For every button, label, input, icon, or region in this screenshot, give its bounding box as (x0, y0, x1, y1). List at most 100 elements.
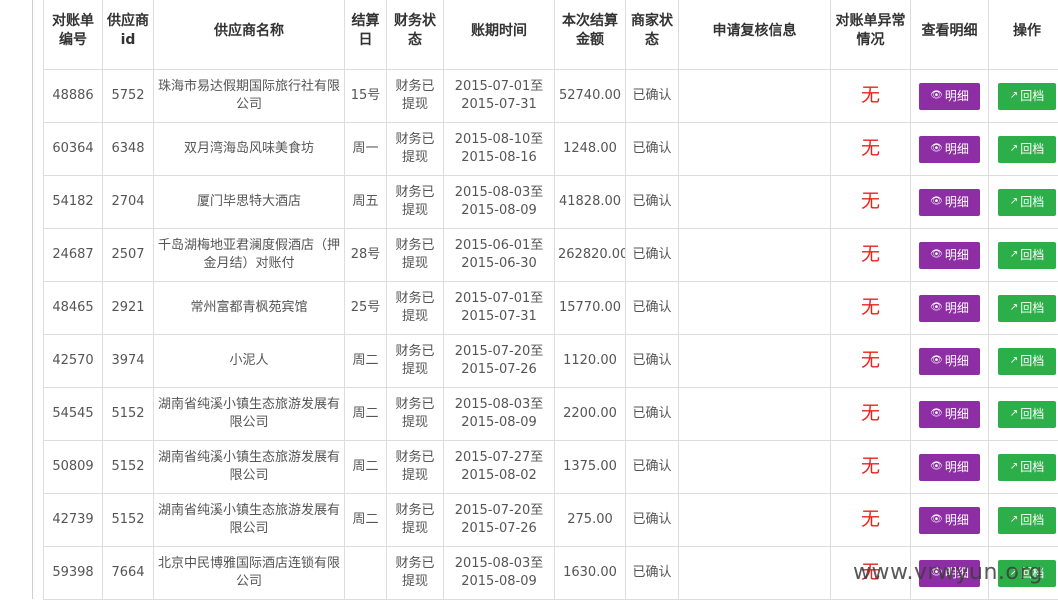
view-details-label: 明细 (945, 511, 969, 529)
cell-review-info (679, 229, 831, 282)
eye-icon: 👁 (930, 193, 943, 211)
cell-statement-no: 42570 (44, 335, 103, 388)
archive-label: 回档 (1020, 299, 1044, 317)
view-details-button[interactable]: 👁明细 (919, 401, 980, 428)
view-details-label: 明细 (945, 405, 969, 423)
cell-amount: 2200.00 (555, 388, 626, 441)
cell-details: 👁明细 (911, 388, 989, 441)
cell-details: 👁明细 (911, 70, 989, 123)
cell-period: 2015-08-03至2015-08-09 (444, 388, 555, 441)
cell-settle-day: 25号 (345, 282, 387, 335)
table-row: 427395152湖南省纯溪小镇生态旅游发展有限公司周二财务已提现2015-07… (44, 494, 1058, 547)
cell-actions: ↗回档 (989, 494, 1058, 547)
archive-label: 回档 (1020, 511, 1044, 529)
cell-supplier-id: 5152 (103, 441, 154, 494)
archive-label: 回档 (1020, 140, 1044, 158)
cell-finance-status: 财务已提现 (387, 547, 444, 600)
cell-anomaly: 无 (831, 123, 911, 176)
statement-table: 对账单编号 供应商id 供应商名称 结算日 财务状态 账期时间 本次结算金额 商… (43, 0, 1058, 600)
archive-button[interactable]: ↗回档 (998, 348, 1056, 375)
anomaly-text: 无 (861, 190, 880, 212)
cell-review-info (679, 388, 831, 441)
share-icon: ↗ (1010, 87, 1018, 105)
col-header-merchant-status: 商家状态 (626, 0, 679, 70)
share-icon: ↗ (1010, 511, 1018, 529)
view-details-button[interactable]: 👁明细 (919, 242, 980, 269)
col-header-supplier-id: 供应商id (103, 0, 154, 70)
cell-merchant-status: 已确认 (626, 494, 679, 547)
archive-button[interactable]: ↗回档 (998, 401, 1056, 428)
cell-review-info (679, 123, 831, 176)
eye-icon: 👁 (930, 458, 943, 476)
cell-details: 👁明细 (911, 282, 989, 335)
cell-settle-day: 周二 (345, 388, 387, 441)
view-details-label: 明细 (945, 299, 969, 317)
share-icon: ↗ (1010, 352, 1018, 370)
table-row: 246872507千岛湖梅地亚君澜度假酒店（押金月结）对账付28号财务已提现20… (44, 229, 1058, 282)
anomaly-text: 无 (861, 402, 880, 424)
cell-actions: ↗回档 (989, 70, 1058, 123)
view-details-button[interactable]: 👁明细 (919, 189, 980, 216)
archive-button[interactable]: ↗回档 (998, 242, 1056, 269)
cell-review-info (679, 441, 831, 494)
cell-anomaly: 无 (831, 176, 911, 229)
cell-amount: 262820.00 (555, 229, 626, 282)
cell-supplier-id: 3974 (103, 335, 154, 388)
share-icon: ↗ (1010, 405, 1018, 423)
cell-review-info (679, 335, 831, 388)
eye-icon: 👁 (930, 140, 943, 158)
col-header-amount: 本次结算金额 (555, 0, 626, 70)
archive-button[interactable]: ↗回档 (998, 83, 1056, 110)
view-details-button[interactable]: 👁明细 (919, 348, 980, 375)
cell-settle-day: 周二 (345, 441, 387, 494)
table-row: 508095152湖南省纯溪小镇生态旅游发展有限公司周二财务已提现2015-07… (44, 441, 1058, 494)
view-details-button[interactable]: 👁明细 (919, 507, 980, 534)
cell-supplier-id: 2507 (103, 229, 154, 282)
cell-amount: 1120.00 (555, 335, 626, 388)
cell-merchant-status: 已确认 (626, 229, 679, 282)
cell-merchant-status: 已确认 (626, 282, 679, 335)
col-header-details: 查看明细 (911, 0, 989, 70)
archive-button[interactable]: ↗回档 (998, 189, 1056, 216)
cell-anomaly: 无 (831, 70, 911, 123)
cell-statement-no: 59398 (44, 547, 103, 600)
col-header-anomaly: 对账单异常情况 (831, 0, 911, 70)
cell-period: 2015-07-01至2015-07-31 (444, 282, 555, 335)
eye-icon: 👁 (930, 405, 943, 423)
cell-finance-status: 财务已提现 (387, 441, 444, 494)
cell-merchant-status: 已确认 (626, 441, 679, 494)
col-header-statement-no: 对账单编号 (44, 0, 103, 70)
cell-supplier-id: 2921 (103, 282, 154, 335)
cell-anomaly: 无 (831, 335, 911, 388)
cell-finance-status: 财务已提现 (387, 494, 444, 547)
view-details-button[interactable]: 👁明细 (919, 83, 980, 110)
view-details-button[interactable]: 👁明细 (919, 454, 980, 481)
table-row: 425703974小泥人周二财务已提现2015-07-20至2015-07-26… (44, 335, 1058, 388)
cell-supplier-id: 6348 (103, 123, 154, 176)
view-details-button[interactable]: 👁明细 (919, 295, 980, 322)
table-row: 541822704厦门毕思特大酒店周五财务已提现2015-08-03至2015-… (44, 176, 1058, 229)
eye-icon: 👁 (930, 299, 943, 317)
anomaly-text: 无 (861, 243, 880, 265)
archive-label: 回档 (1020, 246, 1044, 264)
cell-merchant-status: 已确认 (626, 547, 679, 600)
archive-button[interactable]: ↗回档 (998, 295, 1056, 322)
view-details-label: 明细 (945, 140, 969, 158)
cell-anomaly: 无 (831, 441, 911, 494)
view-details-button[interactable]: 👁明细 (919, 136, 980, 163)
archive-button[interactable]: ↗回档 (998, 136, 1056, 163)
archive-button[interactable]: ↗回档 (998, 507, 1056, 534)
cell-merchant-status: 已确认 (626, 70, 679, 123)
cell-period: 2015-07-01至2015-07-31 (444, 70, 555, 123)
col-header-period: 账期时间 (444, 0, 555, 70)
cell-anomaly: 无 (831, 229, 911, 282)
col-header-finance-status: 财务状态 (387, 0, 444, 70)
table-row: 488865752珠海市易达假期国际旅行社有限公司15号财务已提现2015-07… (44, 70, 1058, 123)
archive-button[interactable]: ↗回档 (998, 454, 1056, 481)
cell-supplier-name: 湖南省纯溪小镇生态旅游发展有限公司 (154, 441, 345, 494)
eye-icon: 👁 (930, 246, 943, 264)
cell-period: 2015-08-10至2015-08-16 (444, 123, 555, 176)
archive-label: 回档 (1020, 193, 1044, 211)
cell-details: 👁明细 (911, 494, 989, 547)
view-details-label: 明细 (945, 246, 969, 264)
